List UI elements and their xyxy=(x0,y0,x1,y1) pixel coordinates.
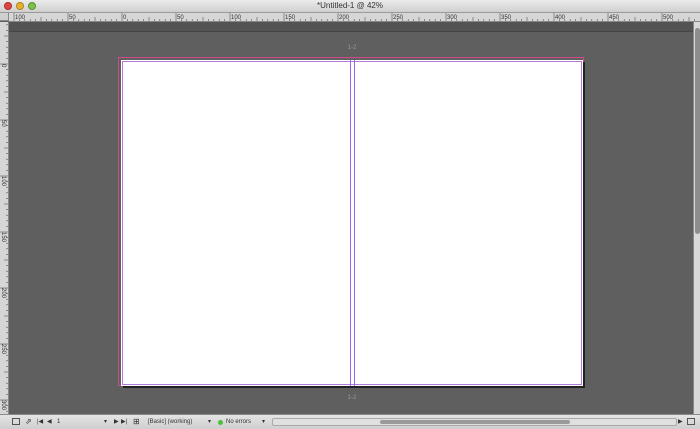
spine-guide-left xyxy=(350,60,351,386)
horizontal-ruler-label: 50 xyxy=(177,15,184,21)
vertical-ruler-ticks: 0 50 100 150 200 250 300 xyxy=(0,24,8,412)
horizontal-scroll-thumb[interactable] xyxy=(380,420,570,424)
horizontal-ruler-ticks: 100 50 0 50 100 150 200 250 300 350 400 450 500 xyxy=(13,13,695,21)
vertical-ruler-label: 150 xyxy=(0,232,6,243)
vertical-ruler-label: 200 xyxy=(0,288,6,299)
page-menu-chevron-icon[interactable]: ▾ xyxy=(104,415,107,429)
status-bar: ⇗ |◀ ◀ 1 ▾ ▶ ▶| ⊞ [Basic] (working) ▾ No… xyxy=(0,414,700,429)
vertical-ruler-label: 300 xyxy=(0,400,6,411)
split-window-icon[interactable] xyxy=(687,418,695,425)
next-page-icon[interactable]: ▶ xyxy=(114,415,119,429)
ruler-origin-corner[interactable] xyxy=(0,13,9,21)
vertical-ruler[interactable]: 0 50 100 150 200 250 300 xyxy=(0,22,9,414)
preflight-chevron-icon[interactable]: ▾ xyxy=(262,415,265,429)
vertical-ruler-label: 50 xyxy=(0,120,6,127)
horizontal-ruler-label: 200 xyxy=(339,15,350,21)
first-page-icon[interactable]: |◀ xyxy=(37,415,43,429)
horizontal-ruler-label: 100 xyxy=(231,15,242,21)
horizontal-ruler[interactable]: 100 50 0 50 100 150 200 250 300 350 400 450 500 xyxy=(9,13,700,22)
scroll-right-arrow-icon[interactable]: ▶ xyxy=(678,415,683,429)
spine-guide-right xyxy=(354,60,355,386)
horizontal-ruler-label: 300 xyxy=(447,15,458,21)
spine-page-label-bottom: 1-2 xyxy=(347,395,357,401)
window-title: *Untitled-1 @ 42% xyxy=(317,1,383,10)
horizontal-ruler-label: 0 xyxy=(123,15,127,21)
page-spread[interactable] xyxy=(121,60,583,386)
vertical-scroll-thumb[interactable] xyxy=(695,28,700,234)
horizontal-ruler-label: 400 xyxy=(555,15,566,21)
horizontal-ruler-label: 100 xyxy=(15,15,26,21)
title-bar: *Untitled-1 @ 42% xyxy=(0,0,700,13)
horizontal-scrollbar[interactable] xyxy=(272,418,677,426)
vertical-ruler-label: 0 xyxy=(0,64,6,68)
preflight-status-icon xyxy=(218,420,223,425)
horizontal-ruler-label: 450 xyxy=(609,15,620,21)
horizontal-ruler-label: 150 xyxy=(285,15,296,21)
preview-mode-icon[interactable]: ⊞ xyxy=(133,415,140,429)
document-toolstrip xyxy=(9,22,693,32)
fit-page-icon[interactable] xyxy=(12,418,20,425)
vertical-ruler-label: 250 xyxy=(0,344,6,355)
workspace-chevron-icon[interactable]: ▾ xyxy=(208,415,211,429)
last-page-icon[interactable]: ▶| xyxy=(121,415,127,429)
margin-guide-right xyxy=(581,61,582,385)
horizontal-ruler-label: 500 xyxy=(663,15,674,21)
horizontal-ruler-label: 50 xyxy=(69,15,76,21)
margin-guide-top xyxy=(122,61,582,62)
vertical-scrollbar[interactable] xyxy=(693,22,700,414)
horizontal-ruler-label: 350 xyxy=(501,15,512,21)
page-number-field[interactable]: 1 xyxy=(57,415,60,429)
preflight-status-text[interactable]: No errors xyxy=(226,415,251,429)
vertical-ruler-label: 100 xyxy=(0,176,6,187)
workspace-dropdown[interactable]: [Basic] (working) xyxy=(148,415,192,429)
horizontal-ruler-label: 250 xyxy=(393,15,404,21)
spine-page-label-top: 1-2 xyxy=(347,45,357,51)
margin-guide-bottom xyxy=(122,384,582,385)
share-icon[interactable]: ⇗ xyxy=(25,415,32,429)
previous-page-icon[interactable]: ◀ xyxy=(47,415,52,429)
margin-guide-left xyxy=(122,61,123,385)
